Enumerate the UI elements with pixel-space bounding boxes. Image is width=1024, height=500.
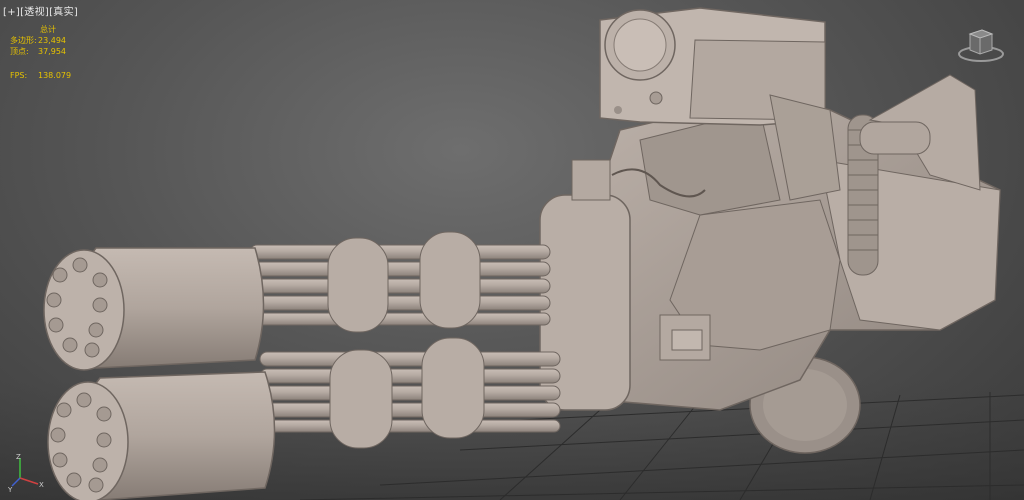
scene-render <box>0 7 1024 500</box>
axis-z-label: Z <box>16 453 21 461</box>
stats-vertices-value: 37,954 <box>38 47 66 56</box>
viewcube-icon[interactable] <box>956 24 1006 64</box>
perspective-viewport[interactable]: [+][透视][真实] 总计 多边形: 23,494 顶点: 37,954 FP… <box>0 0 1024 500</box>
stats-polygons-value: 23,494 <box>38 36 66 45</box>
stats-vertices-row: 顶点: 37,954 <box>10 46 71 57</box>
stats-fps-label: FPS: <box>10 71 28 80</box>
stats-title: 总计 <box>40 25 56 34</box>
axis-x-label: X <box>39 481 44 489</box>
stats-fps-row: FPS: 138.079 <box>10 70 71 81</box>
stats-polygons-label: 多边形: <box>10 36 37 45</box>
viewport-label[interactable]: [+][透视][真实] <box>3 3 78 18</box>
stats-vertices-label: 顶点: <box>10 47 29 56</box>
stats-fps-value: 138.079 <box>38 71 72 80</box>
statistics-overlay: 总计 多边形: 23,494 顶点: 37,954 FPS: 138.079 <box>10 24 71 81</box>
axis-tripod-icon: Z X Y <box>8 453 44 492</box>
axis-y-label: Y <box>8 486 13 492</box>
gun-body <box>539 74 1001 411</box>
stats-polygons-row: 多边形: 23,494 <box>10 35 71 46</box>
